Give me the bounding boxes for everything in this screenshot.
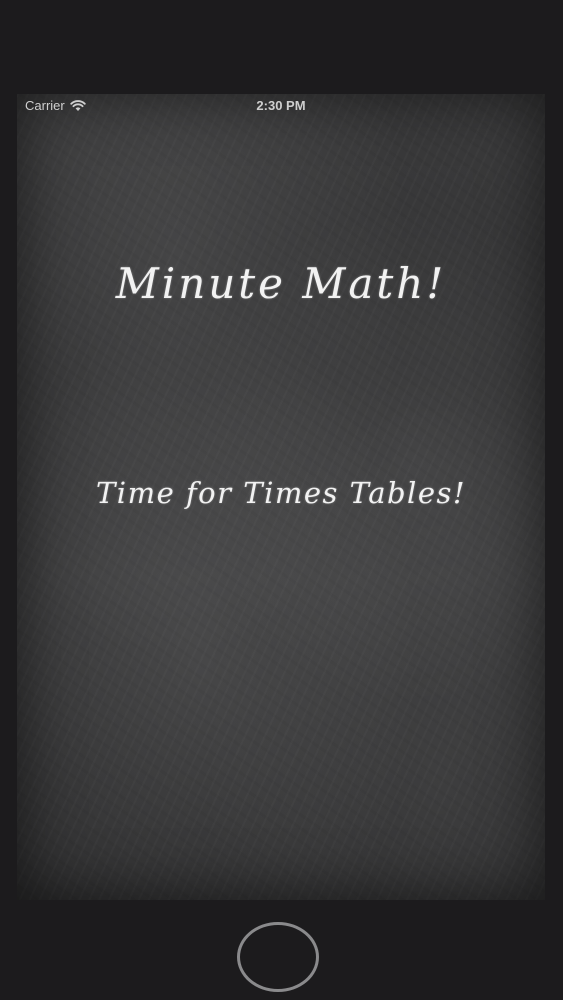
status-bar: Carrier 2:30 PM bbox=[17, 94, 545, 118]
app-title: Minute Math! bbox=[115, 259, 447, 308]
chalkboard-screen: Carrier 2:30 PM Minute Math! Time for Ti… bbox=[17, 94, 545, 900]
app-subtitle: Time for Times Tables! bbox=[95, 476, 467, 510]
home-button[interactable] bbox=[237, 922, 319, 992]
device-frame: Carrier 2:30 PM Minute Math! Time for Ti… bbox=[0, 0, 563, 1000]
battery-icon bbox=[513, 102, 521, 110]
status-time: 2:30 PM bbox=[256, 98, 306, 113]
